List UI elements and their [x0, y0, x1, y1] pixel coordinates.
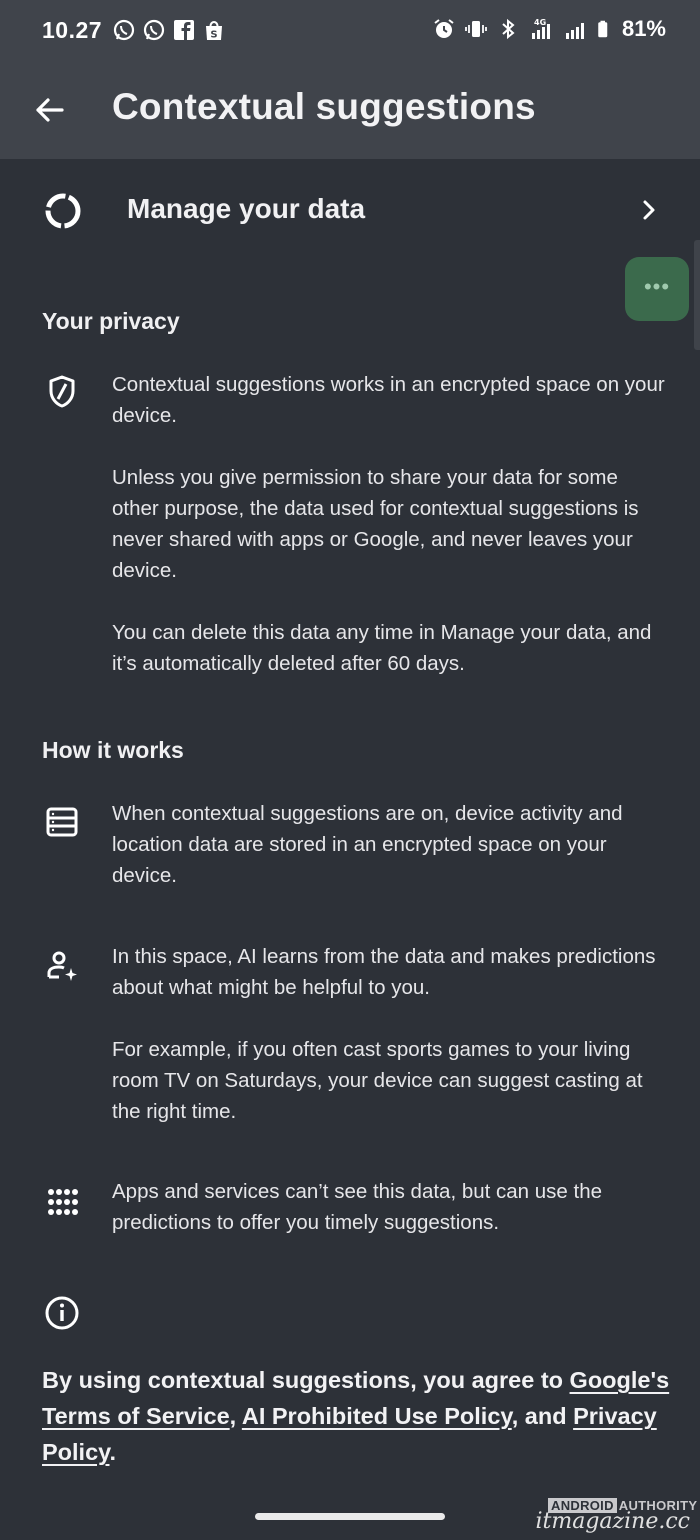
- whatsapp-icon: [113, 19, 135, 41]
- svg-text:S: S: [210, 30, 217, 41]
- page-title: Contextual suggestions: [112, 86, 536, 127]
- manage-your-data-label: Manage your data: [127, 193, 366, 224]
- more-dots-icon: •••: [643, 274, 671, 299]
- edge-panel-handle[interactable]: [694, 240, 700, 350]
- alarm-icon: [434, 19, 454, 38]
- person-sparkle-icon: [47, 951, 77, 981]
- status-bar: 10.27 S 4G 81%: [0, 0, 700, 62]
- how-paragraph: Apps and services can’t see this data, b…: [112, 1180, 603, 1234]
- how-paragraph: In this space, AI learns from the data a…: [112, 945, 656, 999]
- how-item-text: When contextual suggestions are on, devi…: [112, 798, 668, 891]
- info-icon: [45, 1296, 79, 1330]
- notification-icons: S: [112, 18, 226, 42]
- terms-separator: , and: [511, 1403, 574, 1429]
- whatsapp-icon: [143, 19, 165, 41]
- site-watermark: itmagazine.cc: [535, 1509, 690, 1534]
- how-item-text: Apps and services can’t see this data, b…: [112, 1176, 668, 1238]
- floating-chat-bubble[interactable]: •••: [625, 257, 689, 321]
- shopee-icon: S: [206, 21, 222, 41]
- privacy-text: Contextual suggestions works in an encry…: [112, 369, 668, 679]
- how-item-text: In this space, AI learns from the data a…: [112, 941, 668, 1127]
- manage-your-data-row[interactable]: Manage your data: [0, 160, 700, 260]
- signal-icon: [565, 23, 584, 39]
- status-time: 10.27: [42, 17, 103, 43]
- back-button[interactable]: [28, 92, 72, 128]
- arrow-back-icon: [36, 98, 64, 122]
- privacy-paragraph: Unless you give permission to share your…: [112, 466, 639, 582]
- vibrate-icon: [465, 21, 487, 37]
- terms-separator: ,: [229, 1403, 242, 1429]
- signal-4g-icon: 4G: [531, 18, 550, 39]
- gesture-nav-handle[interactable]: [255, 1513, 445, 1520]
- storage-icon: [46, 807, 78, 837]
- battery-icon: [598, 20, 608, 38]
- system-icons: 4G 81%: [432, 16, 666, 42]
- chevron-right-icon: [643, 200, 655, 220]
- terms-suffix: .: [109, 1439, 117, 1465]
- how-paragraph: For example, if you often cast sports ga…: [112, 1038, 643, 1123]
- data-ring-icon: [45, 193, 81, 229]
- section-title-how-it-works: How it works: [42, 737, 184, 763]
- svg-text:4G: 4G: [534, 18, 546, 27]
- section-title-privacy: Your privacy: [42, 308, 180, 334]
- facebook-icon: [174, 20, 194, 40]
- terms-prefix: By using contextual suggestions, you agr…: [42, 1367, 570, 1393]
- how-paragraph: When contextual suggestions are on, devi…: [112, 802, 623, 887]
- ai-prohibited-use-policy-link[interactable]: AI Prohibited Use Policy: [242, 1403, 512, 1429]
- shield-icon: [49, 375, 75, 408]
- bluetooth-icon: [502, 18, 515, 40]
- privacy-paragraph: Contextual suggestions works in an encry…: [112, 373, 665, 427]
- battery-percent: 81%: [621, 16, 666, 41]
- apps-grid-icon: [48, 1189, 78, 1215]
- terms-notice: By using contextual suggestions, you agr…: [42, 1362, 670, 1470]
- privacy-paragraph: You can delete this data any time in Man…: [112, 621, 652, 675]
